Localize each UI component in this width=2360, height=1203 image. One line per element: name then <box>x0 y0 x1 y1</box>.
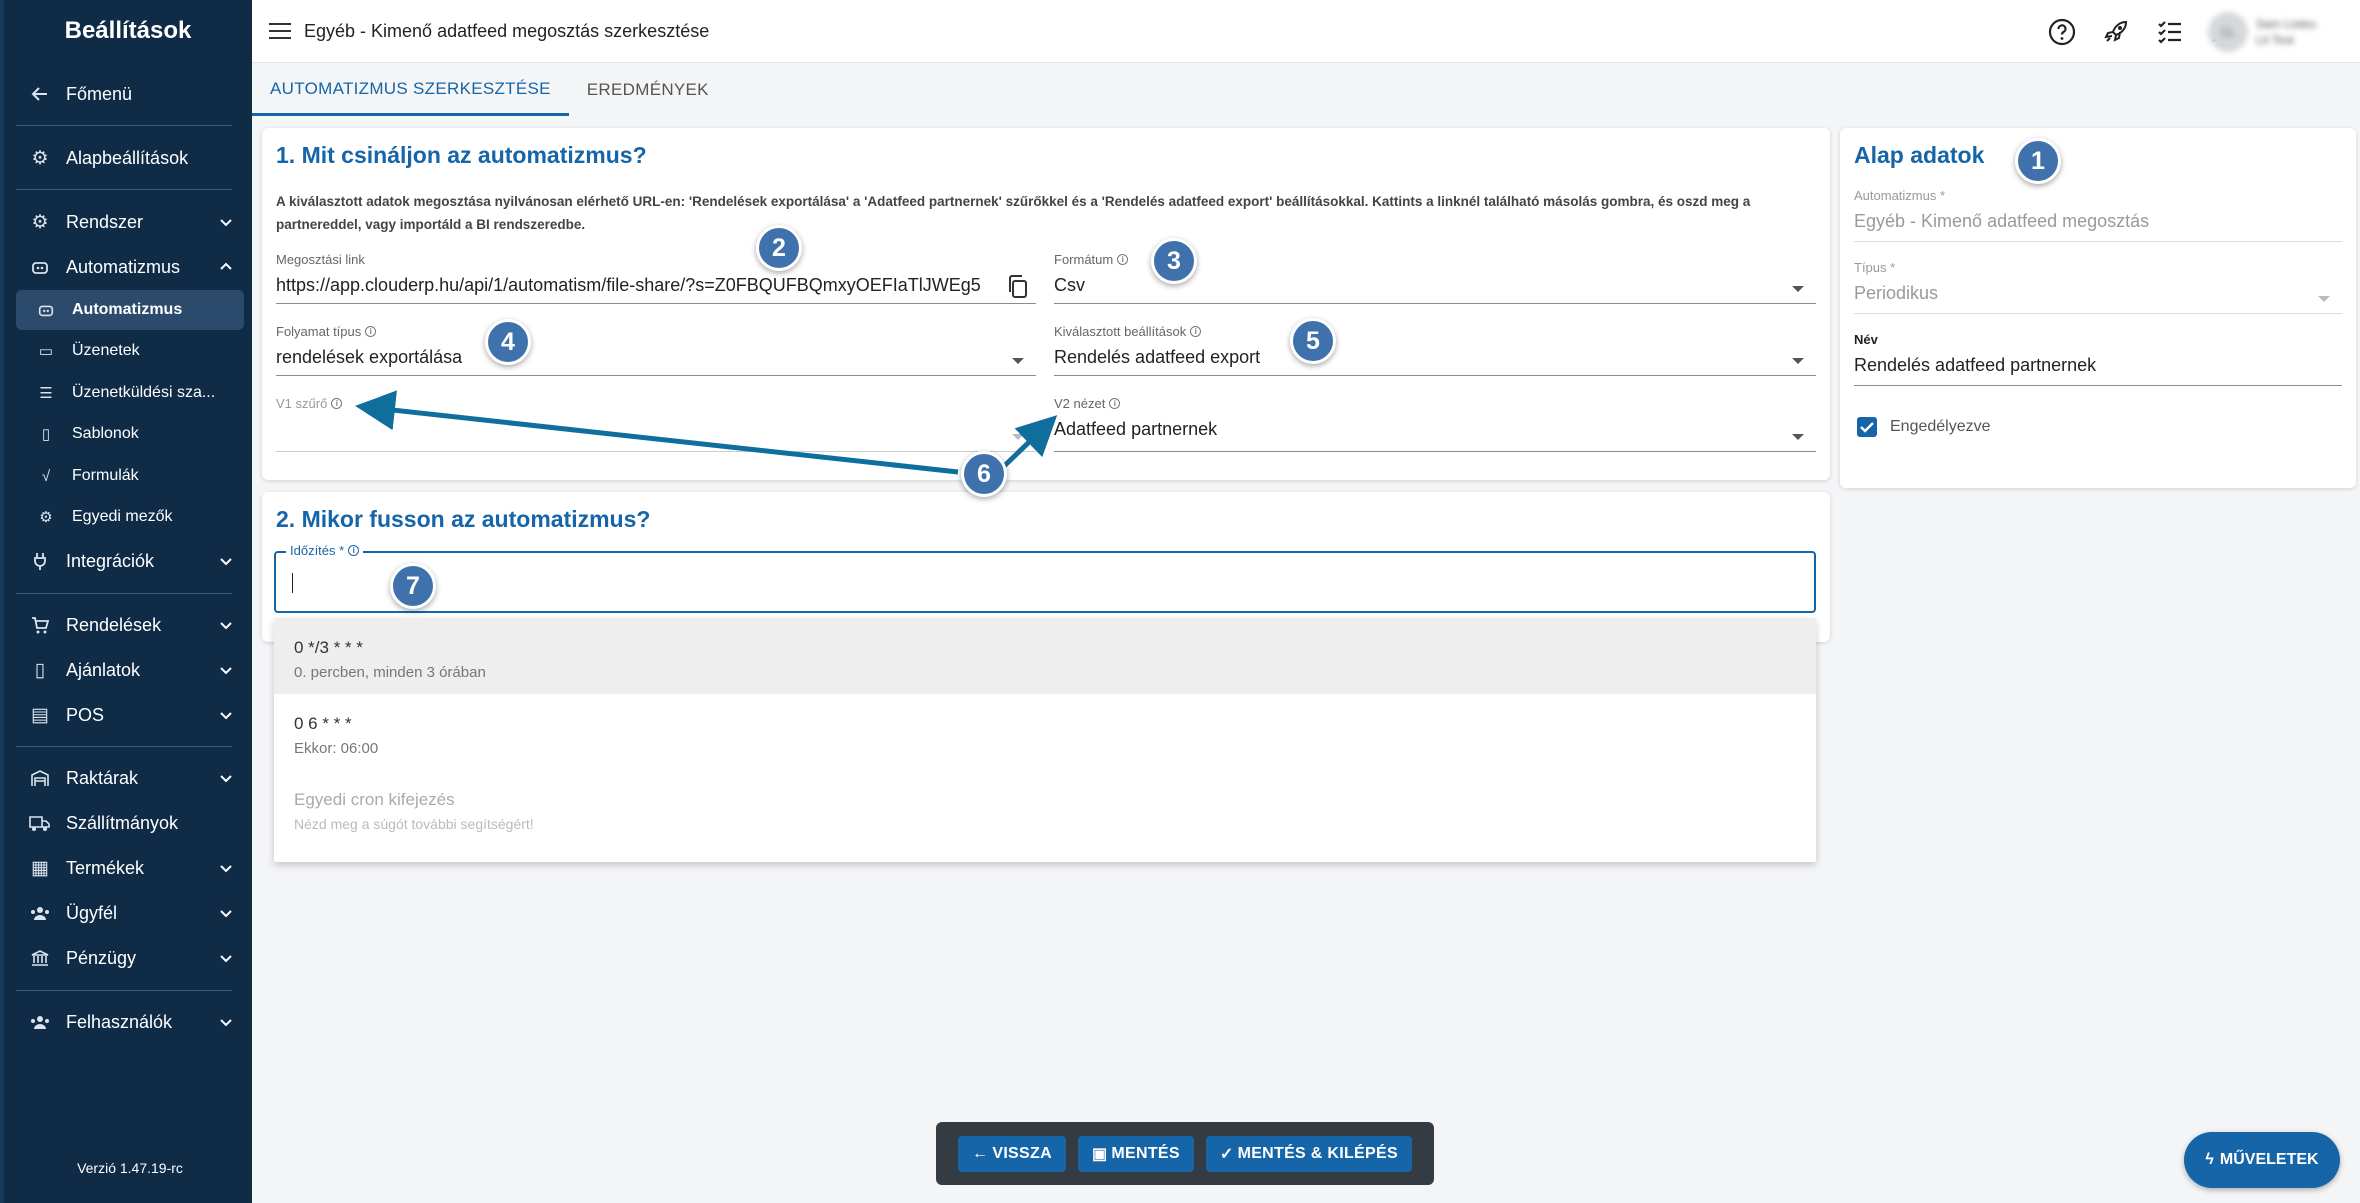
actions-button-label: MŰVELETEK <box>2219 1151 2319 1168</box>
back-button-label: VISSZA <box>992 1144 1052 1162</box>
actions-button[interactable]: ϟ MŰVELETEK <box>2184 1132 2340 1188</box>
annotation-arrows <box>355 390 1058 475</box>
arrow-to-v1-filter <box>355 390 959 475</box>
back-button[interactable]: ← VISSZA <box>958 1135 1066 1172</box>
check-icon: ✓ <box>1219 1145 1234 1163</box>
floppy-icon: ▣ <box>1091 1145 1108 1163</box>
save-button-label: MENTÉS <box>1111 1144 1180 1162</box>
step-badge: 2 <box>756 225 802 271</box>
save-exit-button[interactable]: ✓ MENTÉS & KILÉPÉS <box>1205 1135 1412 1172</box>
bolt-icon: ϟ <box>2205 1151 2214 1168</box>
arrow-left-icon: ← <box>972 1144 989 1162</box>
step-badge: 4 <box>485 319 531 365</box>
step-badge: 6 <box>961 451 1007 497</box>
save-exit-button-label: MENTÉS & KILÉPÉS <box>1237 1144 1398 1162</box>
arrow-to-v2-view <box>998 415 1058 472</box>
step-badge: 5 <box>1290 318 1336 364</box>
step-badge: 1 <box>2015 138 2061 184</box>
step-badge: 7 <box>390 563 436 609</box>
bottom-action-bar: ← VISSZA ▣ MENTÉS ✓ MENTÉS & KILÉPÉS <box>936 1122 1434 1185</box>
save-button[interactable]: ▣ MENTÉS <box>1077 1135 1194 1172</box>
step-badge: 3 <box>1151 238 1197 284</box>
